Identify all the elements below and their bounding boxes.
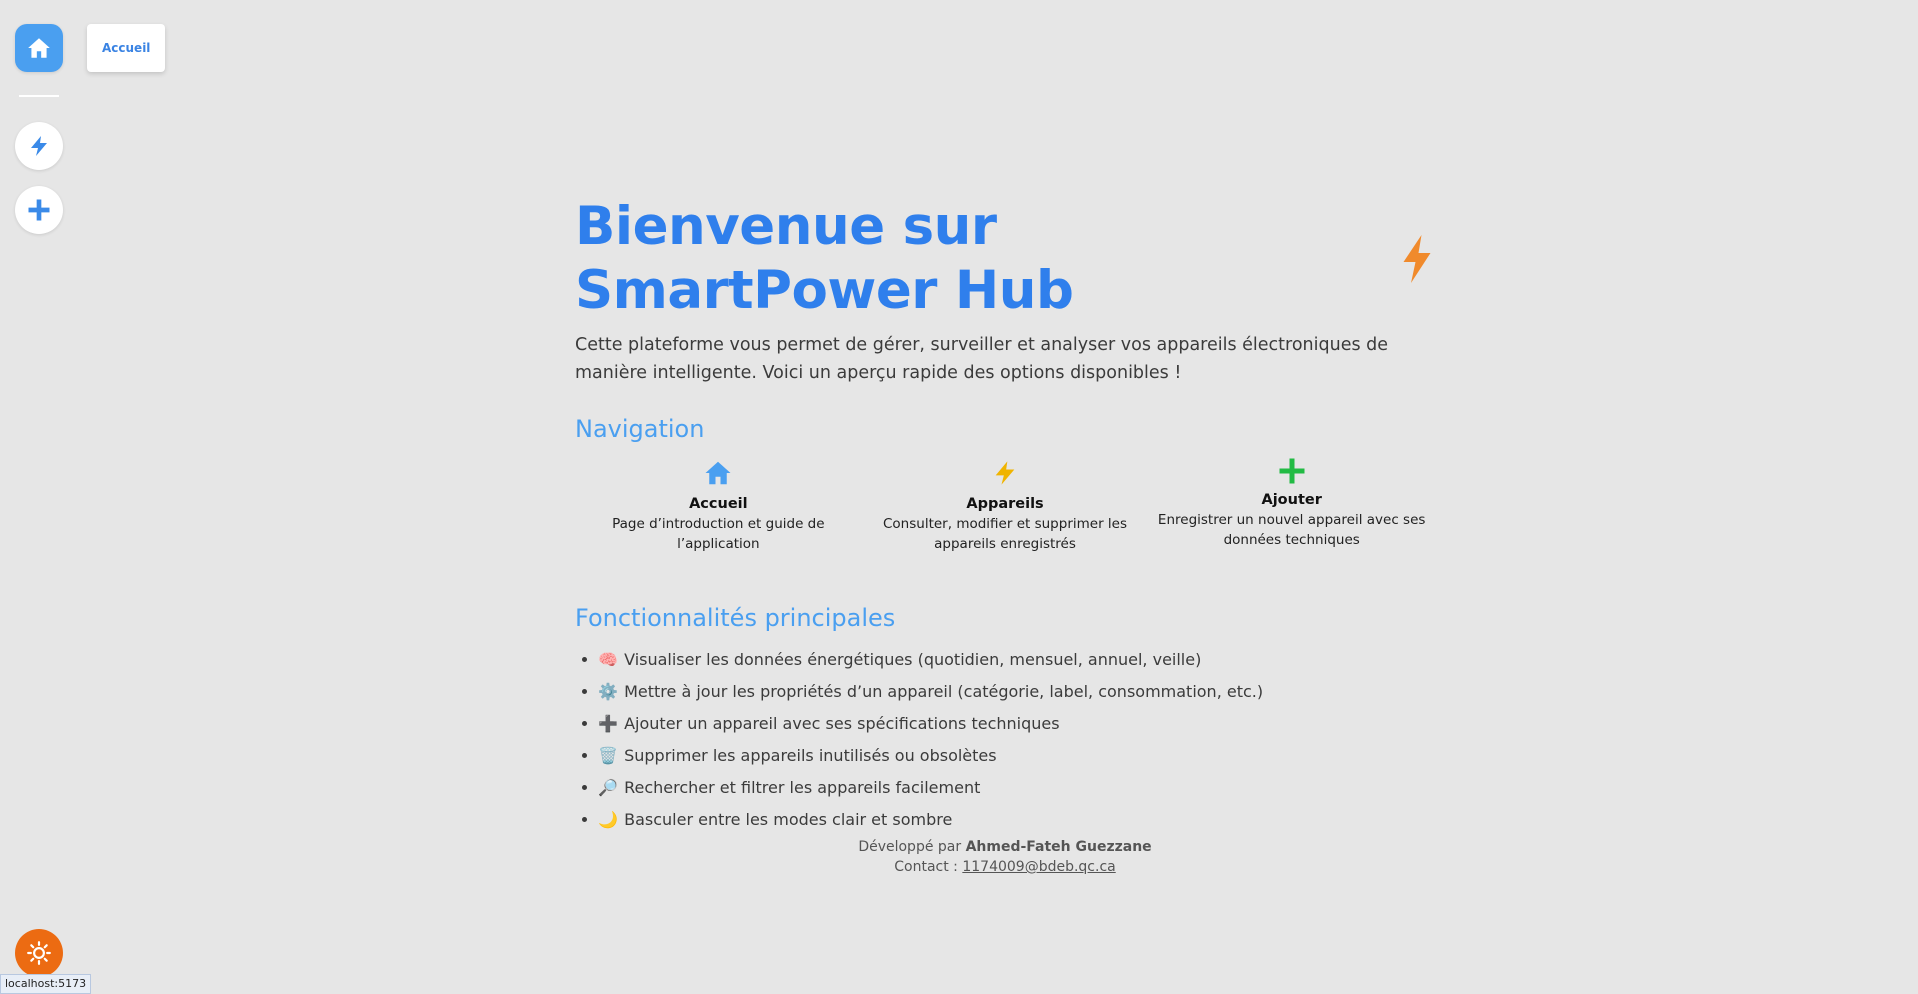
footer-email-link[interactable]: 1174009@bdeb.qc.ca bbox=[962, 859, 1115, 875]
page-title-text: Bienvenue sur SmartPower Hub bbox=[575, 196, 1074, 321]
nav-card-description: Consulter, modifier et supprimer les app… bbox=[883, 516, 1128, 552]
nav-card-ajouter[interactable]: Ajouter Enregistrer un nouvel appareil a… bbox=[1148, 453, 1435, 554]
navigation-cards: Accueil Page d’introduction et guide de … bbox=[575, 453, 1435, 554]
footer-author: Ahmed-Fateh Guezzane bbox=[965, 839, 1152, 855]
footer-contact-prefix: Contact : bbox=[894, 859, 958, 875]
bolt-icon bbox=[862, 453, 1149, 493]
theme-toggle-button[interactable] bbox=[15, 929, 63, 977]
bolt-icon bbox=[27, 133, 51, 159]
list-item: ➕ Ajouter un appareil avec ses spécifica… bbox=[598, 708, 1435, 740]
bolt-icon bbox=[1399, 233, 1435, 285]
footer-credit: Développé par Ahmed-Fateh Guezzane bbox=[575, 837, 1435, 857]
brain-icon: 🧠 bbox=[598, 650, 618, 669]
sun-icon bbox=[26, 940, 52, 966]
moon-icon: 🌙 bbox=[598, 810, 618, 829]
feature-text: Visualiser les données énergétiques (quo… bbox=[624, 650, 1202, 669]
gear-icon: ⚙️ bbox=[598, 682, 618, 701]
navigation-heading: Navigation bbox=[575, 415, 705, 443]
nav-card-appareils[interactable]: Appareils Consulter, modifier et supprim… bbox=[862, 453, 1149, 554]
sidebar-tooltip: Accueil bbox=[87, 24, 166, 72]
magnifier-icon: 🔎 bbox=[598, 778, 618, 797]
footer-contact: Contact : 1174009@bdeb.qc.ca bbox=[575, 857, 1435, 877]
nav-card-accueil[interactable]: Accueil Page d’introduction et guide de … bbox=[575, 453, 862, 554]
footer-dev-prefix: Développé par bbox=[858, 839, 962, 855]
list-item: ⚙️ Mettre à jour les propriétés d’un app… bbox=[598, 676, 1435, 708]
nav-card-description: Enregistrer un nouvel appareil avec ses … bbox=[1157, 512, 1426, 548]
main-content: Bienvenue sur SmartPower Hub Cette plate… bbox=[575, 195, 1435, 836]
plus-icon: ➕ bbox=[598, 714, 618, 733]
sidebar-divider bbox=[19, 95, 59, 97]
sidebar-item-ajouter[interactable] bbox=[15, 186, 63, 234]
sidebar-item-appareils[interactable] bbox=[15, 122, 63, 170]
footer: Développé par Ahmed-Fateh Guezzane Conta… bbox=[575, 837, 1435, 877]
nav-card-title: Ajouter bbox=[1261, 492, 1322, 508]
features-heading: Fonctionnalités principales bbox=[575, 604, 896, 632]
list-item: 🌙 Basculer entre les modes clair et somb… bbox=[598, 804, 1435, 836]
nav-card-title: Accueil bbox=[689, 496, 748, 512]
nav-card-title: Appareils bbox=[966, 496, 1044, 512]
feature-text: Rechercher et filtrer les appareils faci… bbox=[624, 778, 981, 797]
intro-text: Cette plateforme vous permet de gérer, s… bbox=[575, 335, 1389, 383]
list-item: 🔎 Rechercher et filtrer les appareils fa… bbox=[598, 772, 1435, 804]
feature-text: Mettre à jour les propriétés d’un appare… bbox=[624, 682, 1264, 701]
home-icon bbox=[575, 453, 862, 493]
list-item: 🧠 Visualiser les données énergétiques (q… bbox=[598, 644, 1435, 676]
trash-icon: 🗑️ bbox=[598, 746, 618, 765]
page-title: Bienvenue sur SmartPower Hub bbox=[575, 195, 1435, 323]
plus-icon bbox=[25, 196, 53, 224]
plus-icon bbox=[1148, 453, 1435, 489]
features-list: 🧠 Visualiser les données énergétiques (q… bbox=[575, 644, 1435, 836]
feature-text: Supprimer les appareils inutilisés ou ob… bbox=[624, 746, 997, 765]
nav-card-description: Page d’introduction et guide de l’applic… bbox=[612, 516, 825, 552]
list-item: 🗑️ Supprimer les appareils inutilisés ou… bbox=[598, 740, 1435, 772]
home-icon bbox=[26, 35, 52, 61]
feature-text: Ajouter un appareil avec ses spécificati… bbox=[624, 714, 1060, 733]
feature-text: Basculer entre les modes clair et sombre bbox=[624, 810, 953, 829]
sidebar-item-accueil[interactable] bbox=[15, 24, 63, 72]
status-url: localhost:5173 bbox=[0, 974, 92, 994]
